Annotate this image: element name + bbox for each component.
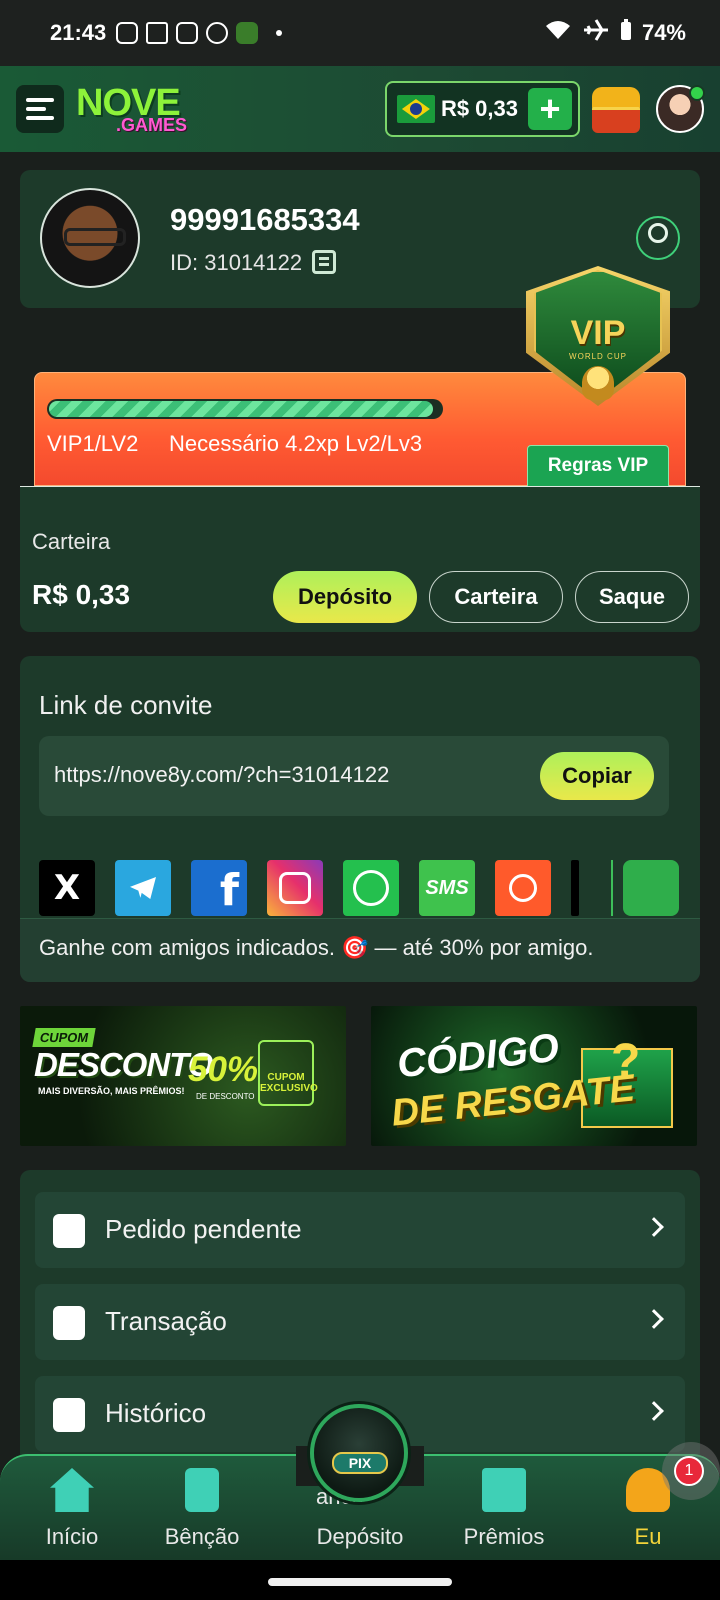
instagram-icon — [176, 22, 199, 44]
pix-label: PIX — [332, 1452, 388, 1474]
menu-item-transactions[interactable]: Transação — [35, 1284, 685, 1360]
invite-card: Link de convite https://nove8y.com/?ch=3… — [20, 656, 700, 982]
hamburger-icon — [26, 98, 54, 102]
clipboard-coins-icon — [53, 1214, 85, 1248]
edit-profile-icon[interactable] — [636, 216, 680, 260]
chest-body — [592, 107, 640, 133]
chevron-right-icon — [644, 1217, 664, 1237]
menu-item-label: Transação — [105, 1306, 227, 1336]
banner-title: DESCONTO — [34, 1046, 213, 1083]
hamburger-icon — [26, 107, 46, 111]
vip-progress-bar — [47, 399, 443, 419]
chest-lid — [592, 87, 640, 109]
header-balance[interactable]: R$ 0,33 + — [384, 81, 580, 137]
app-icon — [236, 22, 259, 44]
more-share-icon[interactable] — [571, 860, 579, 916]
wallet-title: Carteira — [32, 529, 111, 554]
vip-badge-sub: WORLD CUP — [569, 352, 627, 361]
history-icon — [53, 1398, 85, 1432]
vip-badge: VIP WORLD CUP — [522, 266, 674, 420]
nav-label: Eu — [634, 1524, 662, 1549]
nav-label: Prêmios — [463, 1524, 545, 1549]
pix-deposit-button[interactable]: PIX — [310, 1404, 408, 1502]
banner-tag: CUPOM — [32, 1028, 97, 1047]
notification-badge: 1 — [674, 1456, 704, 1486]
gift-icon — [482, 1468, 526, 1512]
vip-badge-label: VIP — [570, 314, 626, 352]
app-header: NOVE .GAMES R$ 0,33 + — [0, 66, 720, 152]
app-icon — [146, 22, 169, 44]
home-icon — [50, 1468, 94, 1512]
invite-footer-text: Ganhe com amigos indicados. 🎯 — até 30% … — [39, 935, 594, 960]
kwai-share-icon[interactable] — [495, 860, 551, 916]
brazil-flag-icon — [396, 95, 435, 123]
user-id: ID: 31014122 — [170, 250, 303, 275]
whatsapp-share-icon[interactable] — [343, 860, 399, 916]
facebook-share-icon[interactable]: f — [191, 860, 247, 916]
add-funds-button[interactable]: + — [528, 88, 572, 130]
copy-link-button[interactable]: Copiar — [540, 752, 654, 800]
apps-grid-icon[interactable] — [623, 860, 679, 916]
menu-item-pending-orders[interactable]: Pedido pendente — [35, 1192, 685, 1268]
chevron-right-icon — [644, 1309, 664, 1329]
nav-home[interactable]: Início — [12, 1468, 132, 1558]
nav-label: Bênção — [164, 1524, 240, 1549]
nav-bencao[interactable]: Bênção — [142, 1468, 262, 1558]
treasure-chest-icon[interactable] — [588, 81, 644, 137]
vip-level: VIP1/LV2 — [47, 431, 139, 456]
username: 99991685334 — [170, 202, 360, 237]
battery-icon — [620, 19, 632, 47]
nav-label: Depósito — [316, 1524, 404, 1549]
banner-subtitle: MAIS DIVERSÃO, MAIS PRÊMIOS! — [38, 1086, 185, 1096]
discount-coupon-banner[interactable]: CUPOM DESCONTO MAIS DIVERSÃO, MAIS PRÊMI… — [20, 1006, 346, 1146]
battery-percent: 74% — [641, 20, 686, 45]
invite-footer: Ganhe com amigos indicados. 🎯 — até 30% … — [20, 918, 700, 982]
airplane-icon — [582, 18, 610, 48]
sms-share-icon[interactable]: SMS — [419, 860, 475, 916]
coupon-ticket: CUPOM EXCLUSIVO — [258, 1040, 318, 1106]
wallet-card: Carteira R$ 0,33 Depósito Carteira Saque — [20, 486, 700, 632]
vip-requirement: Necessário 4.2xp Lv2/Lv3 — [169, 431, 423, 456]
invite-title: Link de convite — [39, 690, 213, 720]
wallet-icon — [53, 1306, 85, 1340]
menu-button[interactable] — [16, 85, 64, 133]
menu-item-label: Pedido pendente — [105, 1214, 302, 1244]
deposit-button[interactable]: Depósito — [273, 571, 417, 623]
telegram-share-icon[interactable] — [115, 860, 171, 916]
home-indicator[interactable] — [0, 1560, 720, 1600]
nav-label: Início — [45, 1524, 99, 1549]
chevron-right-icon — [644, 1401, 664, 1421]
status-time: 21:43 — [50, 20, 107, 45]
logo[interactable]: NOVE .GAMES — [76, 84, 187, 134]
chrome-icon — [206, 22, 229, 44]
logo-bottom: .GAMES — [116, 115, 188, 135]
vip-progress-fill — [49, 401, 434, 417]
hamburger-icon — [26, 116, 54, 120]
copy-id-icon[interactable] — [312, 250, 336, 274]
share-row: X f SMS — [39, 860, 699, 918]
status-bar: 21:43 74% — [0, 0, 720, 66]
invite-link-box: https://nove8y.com/?ch=31014122 Copiar — [39, 736, 669, 816]
invite-url[interactable]: https://nove8y.com/?ch=31014122 — [54, 762, 389, 788]
nav-prizes[interactable]: Prêmios — [444, 1468, 564, 1558]
x-share-icon[interactable]: X — [39, 860, 95, 916]
clipboard-check-icon — [185, 1468, 219, 1512]
withdraw-button[interactable]: Saque — [575, 571, 689, 623]
trophy-icon — [582, 366, 614, 400]
banner-percent: 50% — [188, 1050, 259, 1089]
wallet-amount: R$ 0,33 — [32, 579, 131, 610]
header-balance-amount: R$ 0,33 — [440, 96, 518, 121]
support-avatar[interactable] — [656, 85, 705, 133]
vip-rules-button[interactable]: Regras VIP — [527, 445, 669, 487]
banner-percent-sub: DE DESCONTO — [196, 1092, 255, 1101]
instagram-share-icon[interactable] — [267, 860, 323, 916]
share-divider — [611, 860, 613, 916]
wifi-icon — [544, 19, 572, 47]
wallet-button[interactable]: Carteira — [429, 571, 563, 623]
notification-dot-icon — [276, 30, 283, 36]
redeem-code-banner[interactable]: ? CÓDIGO DE RESGATE — [371, 1006, 697, 1146]
menu-item-label: Histórico — [105, 1398, 207, 1428]
instagram-icon — [116, 22, 139, 44]
user-avatar[interactable] — [40, 188, 140, 288]
